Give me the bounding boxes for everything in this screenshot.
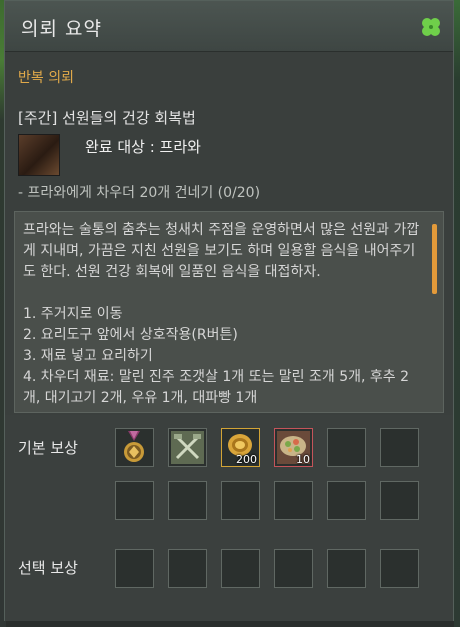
completion-target: 완료 대상 : 프라와 [85,138,201,156]
basic-reward-label: 기본 보상 [18,439,78,457]
choice-reward-label: 선택 보상 [18,559,78,577]
reward-slot-food[interactable]: 10 [274,428,313,467]
quest-description: 프라와는 술통의 춤추는 청새치 주점을 운영하면서 많은 선원과 가깝게 지내… [23,222,420,406]
description-box[interactable]: 프라와는 술통의 춤추는 청새치 주점을 운영하면서 많은 선원과 가깝게 지내… [14,211,444,413]
choice-slot-empty[interactable] [168,549,207,588]
reward-slot-empty[interactable] [221,481,260,520]
choice-slot-empty[interactable] [327,549,366,588]
food-count: 10 [296,453,310,466]
quest-name: [주간] 선원들의 건강 회복법 [18,109,196,127]
rewards-panel: 기본 보상 선택 보상 200 10 [5,415,453,621]
choice-slot-empty[interactable] [274,549,313,588]
choice-slot-empty[interactable] [380,549,419,588]
background-right-edge [454,0,460,627]
choice-slot-empty[interactable] [221,549,260,588]
reward-slot-empty[interactable] [380,481,419,520]
quest-thumbnail [18,134,60,176]
reward-slot-empty[interactable] [327,481,366,520]
title-bar[interactable]: 의뢰 요약 [5,1,453,52]
section-title: 반복 의뢰 [18,70,74,86]
scrollbar-thumb[interactable] [432,224,437,294]
reward-slot-empty[interactable] [115,481,154,520]
window-title: 의뢰 요약 [21,18,102,40]
choice-slot-empty[interactable] [115,549,154,588]
clover-icon[interactable] [419,15,443,39]
reward-slot-empty[interactable] [327,428,366,467]
reward-slot-tools[interactable] [168,428,207,467]
reward-slot-empty[interactable] [168,481,207,520]
reward-slot-gold[interactable]: 200 [221,428,260,467]
reward-slot-medal[interactable] [115,428,154,467]
reward-slot-empty[interactable] [380,428,419,467]
reward-slot-empty[interactable] [274,481,313,520]
quest-objective: - 프라와에게 차우더 20개 건네기 (0/20) [18,185,261,201]
quest-summary-window: 의뢰 요약 반복 의뢰 [주간] 선원들의 건강 회복법 완료 대상 : 프라와… [4,0,454,621]
gold-count: 200 [236,453,257,466]
